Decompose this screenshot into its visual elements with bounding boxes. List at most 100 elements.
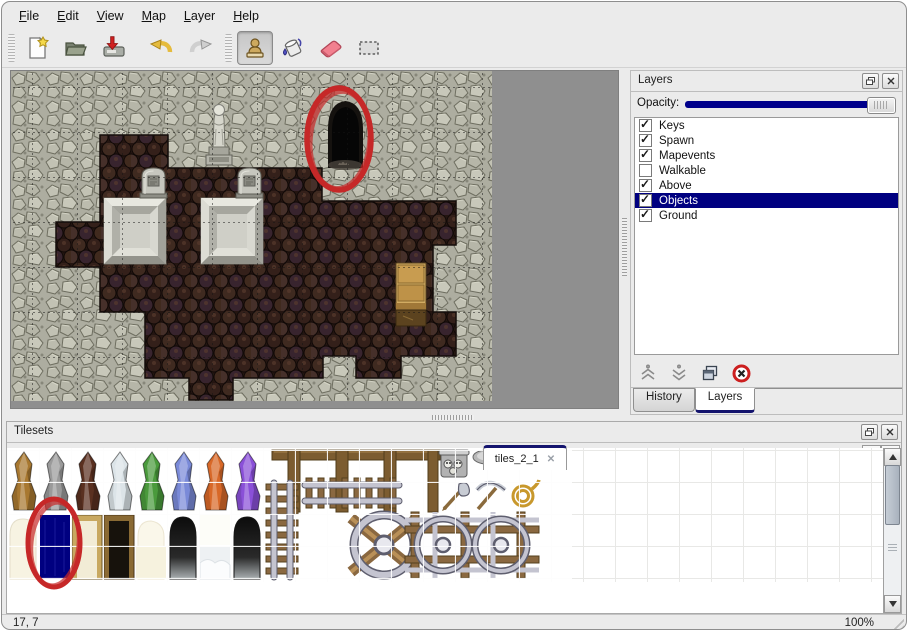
close-tab-icon[interactable]: ✕ <box>547 454 555 465</box>
tilesets-panel: Tilesets 5✕ tiles_1_3✕ tiles_1_4✕ <box>6 421 902 614</box>
opacity-slider-track <box>685 101 896 108</box>
up-arrow-icon <box>889 454 897 460</box>
layer-name: Spawn <box>659 135 694 147</box>
layer-visible-checkbox[interactable] <box>639 134 652 147</box>
close-panel-button[interactable] <box>881 424 898 440</box>
close-panel-button[interactable] <box>882 73 899 89</box>
cursor-coordinates: 17, 7 <box>13 617 39 629</box>
menu-help[interactable]: Help <box>224 6 268 26</box>
close-icon <box>886 428 894 436</box>
layer-list: Keys Spawn Mapevents Walkable Above Obje… <box>634 117 899 355</box>
map-content <box>11 71 492 401</box>
scrollbar-thumb[interactable] <box>885 465 900 525</box>
layer-row[interactable]: Above <box>635 178 898 193</box>
layer-name: Keys <box>659 120 685 132</box>
layer-row[interactable]: Mapevents <box>635 148 898 163</box>
tab-history[interactable]: History <box>633 389 695 412</box>
copy-icon <box>701 364 719 382</box>
chevron-down-icon <box>670 364 688 382</box>
tile-grid <box>11 71 492 401</box>
menu-file[interactable]: File <box>10 6 48 26</box>
float-panel-button[interactable] <box>862 73 879 89</box>
layer-buttons <box>631 359 902 388</box>
stamp-tool-button[interactable] <box>237 31 273 65</box>
opacity-label: Opacity: <box>637 97 679 109</box>
vertical-splitter[interactable] <box>620 70 630 411</box>
layer-visible-checkbox[interactable] <box>639 179 652 192</box>
restore-icon <box>866 77 875 85</box>
layer-row[interactable]: Objects <box>635 193 898 208</box>
redo-button[interactable] <box>182 31 218 65</box>
scroll-down-button[interactable] <box>884 595 901 613</box>
undo-arrow-icon <box>149 35 175 61</box>
open-map-button[interactable] <box>58 31 94 65</box>
layer-visible-checkbox[interactable] <box>639 209 652 222</box>
select-tool-button[interactable] <box>351 31 387 65</box>
down-arrow-icon <box>889 601 897 607</box>
layer-row[interactable]: Keys <box>635 118 898 133</box>
redo-arrow-icon <box>187 35 213 61</box>
layer-row[interactable]: Ground <box>635 208 898 223</box>
fill-bucket-icon <box>280 35 306 61</box>
screen: File Edit View Map Layer Help <box>0 0 909 632</box>
map-canvas[interactable] <box>10 70 619 409</box>
toolbar-handle[interactable] <box>225 34 232 62</box>
chevron-up-icon <box>639 364 657 382</box>
toolbar <box>2 29 906 68</box>
menu-map[interactable]: Map <box>133 6 175 26</box>
undo-button[interactable] <box>144 31 180 65</box>
opacity-slider-handle[interactable] <box>867 97 896 114</box>
layer-name: Objects <box>659 195 698 207</box>
save-map-button[interactable] <box>96 31 132 65</box>
fill-tool-button[interactable] <box>275 31 311 65</box>
lower-layer-button[interactable] <box>668 362 690 384</box>
layer-visible-checkbox[interactable] <box>639 119 652 132</box>
menu-layer[interactable]: Layer <box>175 6 224 26</box>
tab-layers[interactable]: Layers <box>695 388 756 413</box>
eraser-tool-button[interactable] <box>313 31 349 65</box>
tileset-scrollbar[interactable] <box>883 448 901 613</box>
tilesets-panel-header: Tilesets <box>7 422 901 443</box>
dock-tab-bar: History Layers <box>633 388 902 416</box>
toolbar-handle[interactable] <box>8 34 15 62</box>
eraser-icon <box>318 35 344 61</box>
rect-select-icon <box>356 35 382 61</box>
raise-layer-button[interactable] <box>637 362 659 384</box>
stamp-icon <box>242 35 268 61</box>
delete-layer-button[interactable] <box>730 362 752 384</box>
zoom-level: 100% <box>845 617 874 629</box>
delete-circle-icon <box>732 364 751 383</box>
status-bar: 17, 7 100% <box>2 614 906 630</box>
resize-grip[interactable] <box>889 617 904 630</box>
tileset-tab-selected[interactable]: tiles_2_1✕ <box>483 445 567 470</box>
layer-visible-checkbox[interactable] <box>639 194 652 207</box>
layers-panel: Layers Opacity: <box>630 70 903 415</box>
restore-icon <box>865 428 874 436</box>
close-icon <box>887 77 895 85</box>
layer-visible-checkbox[interactable] <box>639 164 652 177</box>
float-panel-button[interactable] <box>861 424 878 440</box>
open-folder-icon <box>63 35 89 61</box>
layers-panel-header: Layers <box>631 71 902 92</box>
save-icon <box>101 35 127 61</box>
layer-name: Mapevents <box>659 150 715 162</box>
menu-view[interactable]: View <box>88 6 133 26</box>
layer-name: Ground <box>659 210 697 222</box>
scroll-up-button[interactable] <box>884 448 901 466</box>
tilesets-panel-title: Tilesets <box>14 425 53 437</box>
layer-row[interactable]: Spawn <box>635 133 898 148</box>
layer-visible-checkbox[interactable] <box>639 149 652 162</box>
layer-row[interactable]: Walkable <box>635 163 898 178</box>
scrollbar-grip <box>888 544 897 552</box>
layer-name: Above <box>659 180 692 192</box>
tileset-canvas[interactable] <box>7 448 901 613</box>
map-editor-window: File Edit View Map Layer Help <box>1 1 907 630</box>
menu-bar: File Edit View Map Layer Help <box>2 2 906 29</box>
new-map-button[interactable] <box>20 31 56 65</box>
menu-edit[interactable]: Edit <box>48 6 88 26</box>
duplicate-layer-button[interactable] <box>699 362 721 384</box>
layers-panel-title: Layers <box>638 74 673 86</box>
layer-name: Walkable <box>659 165 706 177</box>
opacity-slider[interactable] <box>685 96 896 112</box>
new-file-icon <box>25 35 51 61</box>
